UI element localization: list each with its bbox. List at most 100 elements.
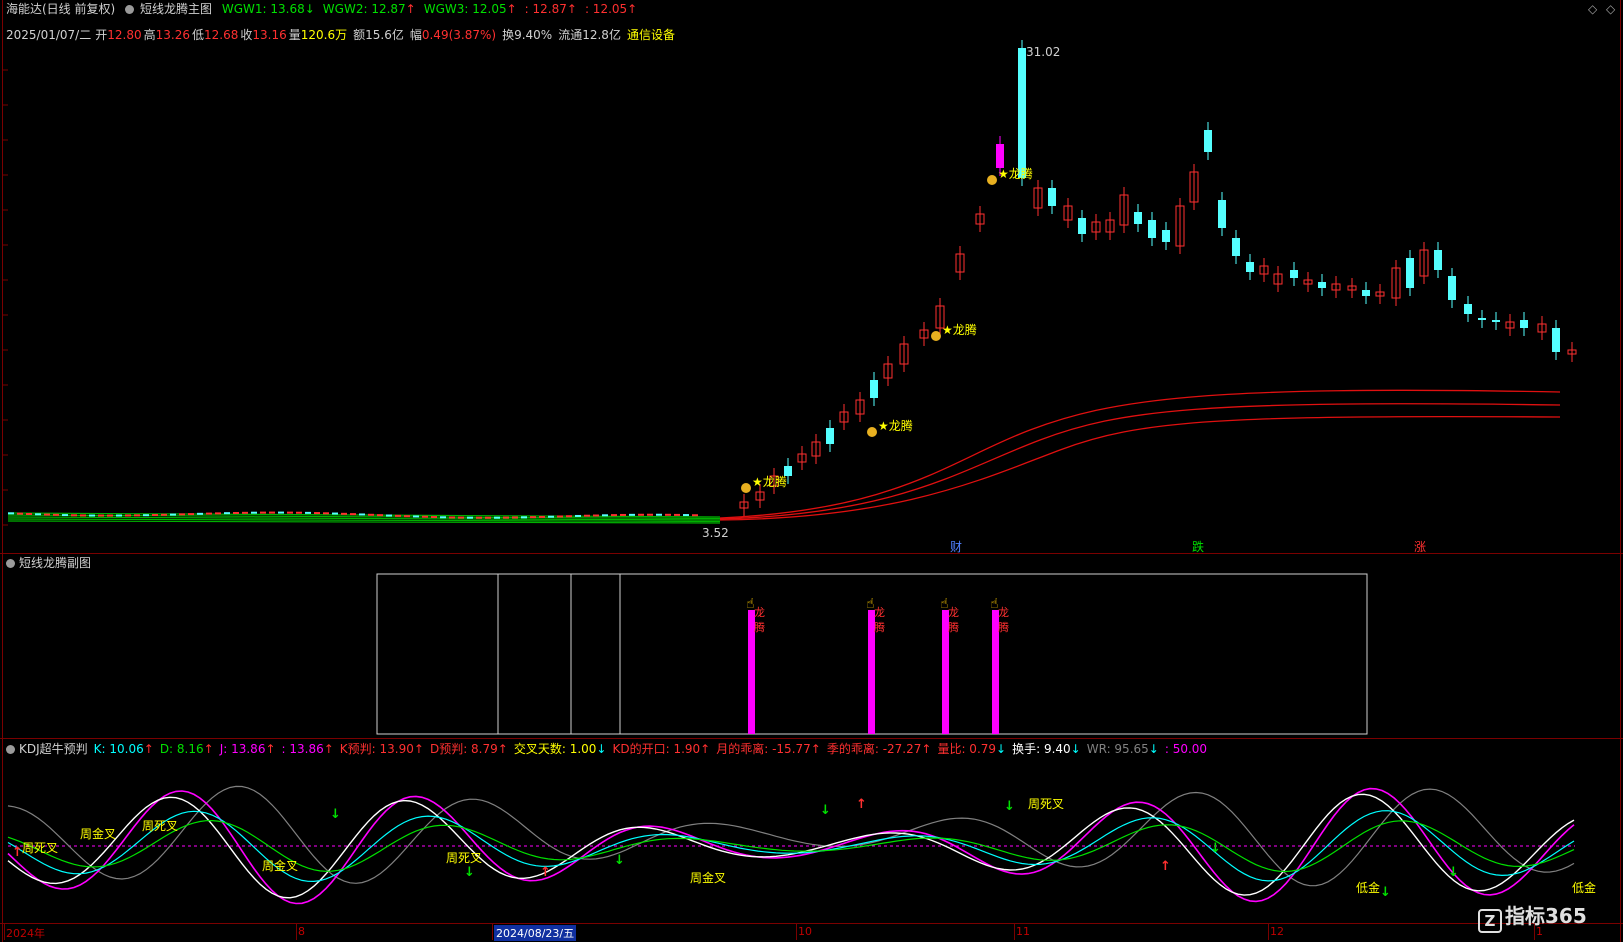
restore-icon[interactable]: ◇ <box>1588 2 1597 16</box>
x-axis-label: 11 <box>1016 925 1030 938</box>
kdj-indicator-arrow-2: ↑ <box>265 742 276 756</box>
candle <box>575 514 581 517</box>
kdj-title[interactable]: KDJ超牛预判 <box>19 742 88 756</box>
kdj-indicator-8: 月的乖离: -15.77 <box>716 742 811 756</box>
x-axis-tick <box>492 924 493 940</box>
header-indicator-3: : 12.87 <box>524 2 567 16</box>
candle <box>251 511 257 514</box>
kdj-indicator-2: J: 13.86 <box>219 742 266 756</box>
settings-circle-icon[interactable] <box>125 5 135 14</box>
x-axis-label: 8 <box>298 925 305 938</box>
kdj-annotation: 周金叉 <box>690 870 726 885</box>
kdj-indicator-arrow-3: ↑ <box>323 742 334 756</box>
kdj-annotation: 低金 <box>1572 880 1596 895</box>
kdj-indicator-arrow-9: ↑ <box>921 742 932 756</box>
candle <box>71 514 77 517</box>
x-axis-tick <box>4 924 5 940</box>
signal-bottom: 腾 <box>874 620 885 634</box>
kdj-indicator-0: K: 10.06 <box>93 742 144 756</box>
kdj-indicator-arrow-10: ↓ <box>996 742 1007 756</box>
indicator-name[interactable]: 短线龙腾主图 <box>140 2 212 16</box>
money-bag-icon <box>987 175 997 185</box>
signal-bottom: 腾 <box>948 620 959 634</box>
kdj-indicator-arrow-4: ↑ <box>413 742 424 756</box>
xaxis-separator <box>0 923 1623 924</box>
candle <box>512 516 518 519</box>
candle <box>1162 230 1170 242</box>
down-arrow-icon: ↓ <box>330 807 341 822</box>
candle <box>826 428 834 444</box>
x-axis-label: 12 <box>1270 925 1284 938</box>
signal-bottom: 腾 <box>998 620 1009 634</box>
kdj-title-row: KDJ超牛预判 K: 10.06↑ D: 8.16↑ J: 13.86↑: 13.86… <box>6 741 1213 757</box>
kdj-settings-circle-icon[interactable] <box>6 745 15 754</box>
header-indicator-arrow-1: ↑ <box>405 2 416 16</box>
kdj-annotation: 周死叉 <box>142 819 178 833</box>
candle <box>1246 262 1254 272</box>
header-indicator-1: WGW2: 12.87 <box>322 2 406 16</box>
kdj-indicator-11: 换手: 9.40 <box>1012 742 1071 756</box>
x-axis-tick <box>1014 924 1015 940</box>
candle <box>17 512 23 515</box>
down-arrow-icon: ↓ <box>1210 841 1221 856</box>
signal-label: ★龙腾 <box>998 166 1033 181</box>
candle <box>422 515 428 518</box>
candle <box>521 516 527 519</box>
header-indicator-arrow-3: ↑ <box>566 2 577 16</box>
candle <box>1520 320 1528 328</box>
candle <box>467 516 473 519</box>
candle <box>692 514 698 517</box>
candle <box>620 513 626 516</box>
stock-name[interactable]: 海能达(日线 前复权) <box>6 2 115 16</box>
candle <box>359 513 365 516</box>
candle <box>647 513 653 516</box>
down-arrow-icon: ↓ <box>820 803 831 818</box>
candle <box>269 511 275 514</box>
kdj-indicator-9: 季的乖离: -27.27 <box>826 742 922 756</box>
ma-red-line <box>719 415 1561 521</box>
candle <box>1362 290 1370 296</box>
candle <box>314 512 320 515</box>
up-arrow-icon: ↑ <box>856 797 867 812</box>
main-candle-chart[interactable]: ★龙腾 ★龙腾 ★龙腾 ★龙腾 <box>0 40 1623 552</box>
candle <box>89 514 95 517</box>
down-arrow-icon: ↓ <box>614 853 625 868</box>
candle <box>296 511 302 514</box>
candle <box>656 513 662 516</box>
candle <box>1204 130 1212 152</box>
close-icon[interactable]: ◇ <box>1606 2 1615 16</box>
candle <box>35 513 41 516</box>
header-indicator-2: WGW3: 12.05 <box>423 2 507 16</box>
candle <box>1018 48 1026 178</box>
candle <box>116 514 122 517</box>
kdj-indicator-4: K预判: 13.90 <box>339 742 414 756</box>
candle <box>566 515 572 518</box>
candle <box>98 514 104 517</box>
candle <box>602 514 608 517</box>
candle <box>1448 276 1456 300</box>
header-indicator-4: : 12.05 <box>584 2 628 16</box>
sub-kdj-separator <box>0 738 1623 739</box>
candle <box>8 512 14 515</box>
x-axis-label: 2024年 <box>6 927 45 940</box>
candle <box>197 512 203 515</box>
candle <box>26 512 32 515</box>
candle <box>996 144 1004 168</box>
event-marker-1[interactable]: 跌 <box>1192 538 1204 555</box>
sub-signal-chart[interactable]: ☝龙腾☝龙腾☝龙腾☝龙腾 <box>0 560 1623 738</box>
candle <box>62 514 68 517</box>
candle <box>80 514 86 517</box>
kdj-annotation: 周死叉 <box>1028 797 1064 811</box>
kdj-indicator-13: : 50.00 <box>1164 742 1208 756</box>
up-arrow-icon: ↑ <box>1160 859 1171 874</box>
event-marker-0[interactable]: 财 <box>950 538 962 555</box>
candle <box>242 511 248 514</box>
candle <box>233 511 239 514</box>
x-axis-tick <box>296 924 297 940</box>
candle <box>1492 320 1500 322</box>
candle <box>1406 258 1414 288</box>
event-marker-2[interactable]: 涨 <box>1414 538 1426 555</box>
candle <box>1552 328 1560 352</box>
candle <box>683 514 689 517</box>
kdj-chart[interactable]: 周死叉周金叉周死叉周金叉周死叉周金叉周死叉低金 低金↑↓↓ ↑↓↓ ↑ ↓↑↓↓↓ <box>0 758 1623 923</box>
